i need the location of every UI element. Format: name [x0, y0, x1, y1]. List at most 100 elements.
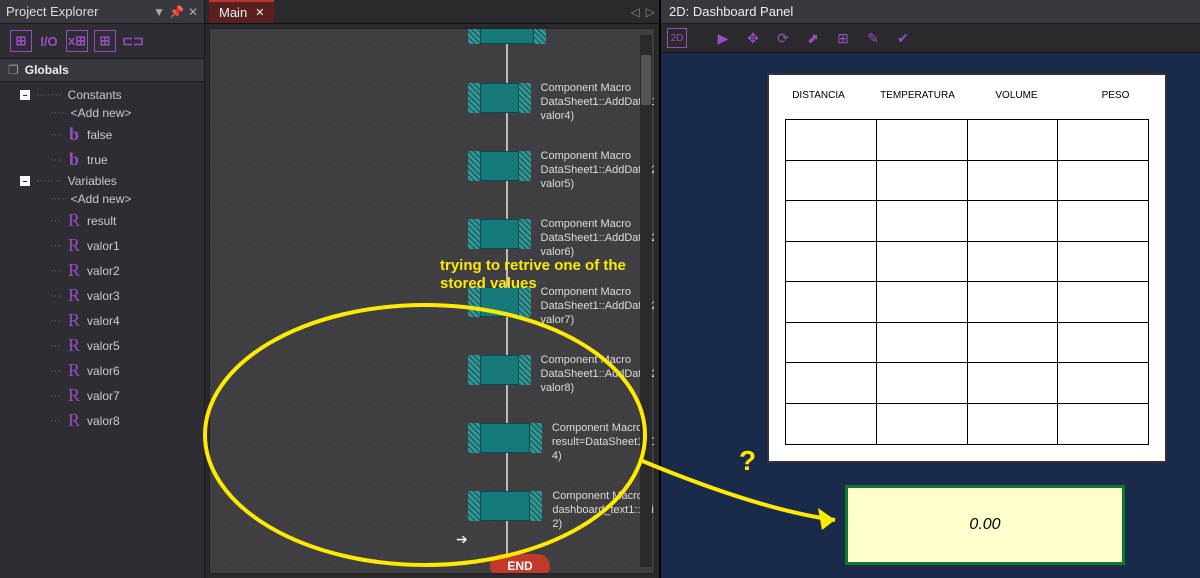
move-icon[interactable]: ✥ [743, 28, 763, 48]
bool-icon: b [67, 149, 81, 170]
flow-arrow-icon: ➔ [456, 531, 468, 548]
variable-valor5[interactable]: ···Rvalor5 [14, 333, 200, 358]
collapse-icon[interactable]: − [20, 176, 30, 186]
macro-call: DataSheet1::AddData(2, 1, valor5) [541, 163, 655, 191]
dashboard-canvas[interactable]: DISTANCIA TEMPERATURA VOLUME PESO 0.00 ? [661, 53, 1200, 578]
macro-block[interactable]: Component MacroDataSheet1::AddData(1, 4,… [468, 83, 655, 123]
datasheet-component[interactable]: DISTANCIA TEMPERATURA VOLUME PESO [767, 73, 1167, 463]
tab-close-icon[interactable]: ✕ [255, 6, 264, 19]
col-header: TEMPERATURA [868, 75, 967, 115]
annotation-text: trying to retrive one of the stored valu… [440, 257, 626, 293]
real-icon: R [67, 235, 81, 256]
dashboard-toolbar: 2D ▶ ✥ ⟳ ⬈ ⊞ ✎ ✔ [661, 24, 1200, 53]
macro-shape [468, 219, 531, 249]
real-icon: R [67, 410, 81, 431]
macro-block[interactable]: Component Macroresult=DataSheet1::GetDat… [468, 423, 655, 463]
toolbar-conn-icon[interactable]: ⊏⊐ [122, 30, 144, 52]
globals-tree: − ······· Constants ···· <Add new> ··· b… [0, 82, 204, 437]
macro-block[interactable]: Component MacroDataSheet1::AddData(2, 3,… [468, 287, 655, 327]
add-new-variable[interactable]: ···· <Add new> [14, 190, 200, 208]
variable-valor7[interactable]: ···Rvalor7 [14, 383, 200, 408]
macro-call: DataSheet1::AddData(2, 4, valor8) [541, 367, 655, 395]
real-icon: R [67, 285, 81, 306]
macro-shape [468, 423, 542, 453]
dropdown-icon[interactable]: ▼ [153, 5, 165, 19]
macro-title: Component Macro [541, 353, 655, 367]
sheet-grid [785, 119, 1149, 445]
variable-valor6[interactable]: ···Rvalor6 [14, 358, 200, 383]
tab-prev-icon[interactable]: ◁ [631, 5, 640, 19]
col-header: VOLUME [967, 75, 1066, 115]
macro-shape [468, 355, 531, 385]
constant-false[interactable]: ··· b false [14, 122, 200, 147]
real-icon: R [67, 210, 81, 231]
tab-main[interactable]: Main ✕ [209, 0, 274, 23]
macro-shape [468, 28, 546, 44]
annotation-question-mark: ? [739, 445, 756, 477]
macro-block[interactable] [468, 28, 556, 44]
explorer-title: Project Explorer [6, 4, 98, 19]
real-icon: R [67, 310, 81, 331]
col-header: PESO [1066, 75, 1165, 115]
flowchart-panel: Main ✕ ◁ ▷ Component MacroDataSheet1::Ad… [205, 0, 660, 578]
tab-bar: Main ✕ ◁ ▷ [205, 0, 659, 24]
macro-shape [468, 151, 531, 181]
bool-icon: b [67, 124, 81, 145]
constants-label: Constants [68, 88, 122, 102]
macro-title: Component Macro [541, 149, 655, 163]
variable-valor4[interactable]: ···Rvalor4 [14, 308, 200, 333]
flowchart-canvas[interactable]: Component MacroDataSheet1::AddData(1, 4,… [209, 28, 655, 574]
variable-valor3[interactable]: ···Rvalor3 [14, 283, 200, 308]
end-block[interactable]: END [490, 554, 550, 574]
variable-valor2[interactable]: ···Rvalor2 [14, 258, 200, 283]
dashboard-text-display[interactable]: 0.00 [845, 485, 1125, 565]
tool2-icon[interactable]: ✔ [893, 28, 913, 48]
constants-node[interactable]: − ······· Constants [14, 86, 200, 104]
add-new-constant[interactable]: ···· <Add new> [14, 104, 200, 122]
explorer-header: Project Explorer ▼ 📌 ✕ [0, 0, 204, 24]
real-icon: R [67, 260, 81, 281]
real-icon: R [67, 360, 81, 381]
globals-title: Globals [25, 63, 69, 77]
macro-block[interactable]: Component MacroDataSheet1::AddData(2, 1,… [468, 151, 655, 191]
scale-icon[interactable]: ⬈ [803, 28, 823, 48]
variables-node[interactable]: − ······· Variables [14, 172, 200, 190]
real-icon: R [67, 385, 81, 406]
variable-valor8[interactable]: ···Rvalor8 [14, 408, 200, 433]
macro-shape [468, 491, 542, 521]
dashboard-panel: 2D: Dashboard Panel 2D ▶ ✥ ⟳ ⬈ ⊞ ✎ ✔ DIS… [660, 0, 1200, 578]
pin-icon[interactable]: 📌 [169, 5, 184, 19]
tool1-icon[interactable]: ✎ [863, 28, 883, 48]
macro-title: Component Macro [541, 81, 655, 95]
sheet-headers: DISTANCIA TEMPERATURA VOLUME PESO [769, 75, 1165, 115]
project-explorer-panel: Project Explorer ▼ 📌 ✕ ⊞ I/O x⊞ ⊞ ⊏⊐ ❐ G… [0, 0, 205, 578]
macro-title: Component Macro [541, 217, 655, 231]
toolbar-xio-icon[interactable]: x⊞ [66, 30, 88, 52]
real-icon: R [67, 335, 81, 356]
macro-block[interactable]: Component MacroDataSheet1::AddData(2, 2,… [468, 219, 655, 259]
grid-icon[interactable]: ⊞ [833, 28, 853, 48]
tab-next-icon[interactable]: ▷ [646, 5, 655, 19]
macro-block[interactable]: Component MacroDataSheet1::AddData(2, 4,… [468, 355, 655, 395]
collapse-icon[interactable]: − [20, 90, 30, 100]
col-header: DISTANCIA [769, 75, 868, 115]
toolbar-grid-icon[interactable]: ⊞ [10, 30, 32, 52]
tab-label: Main [219, 5, 247, 20]
play-icon[interactable]: ▶ [713, 28, 733, 48]
dashboard-title: 2D: Dashboard Panel [661, 0, 1200, 24]
macro-shape [468, 83, 531, 113]
vertical-scrollbar[interactable] [640, 35, 652, 567]
scroll-thumb[interactable] [641, 55, 651, 105]
toolbar-io-icon[interactable]: I/O [38, 30, 60, 52]
constant-true[interactable]: ··· b true [14, 147, 200, 172]
toolbar-grid2-icon[interactable]: ⊞ [94, 30, 116, 52]
macro-call: DataSheet1::AddData(1, 4, valor4) [541, 95, 655, 123]
variable-result[interactable]: ···Rresult [14, 208, 200, 233]
2d-button[interactable]: 2D [667, 28, 687, 48]
macro-call: DataSheet1::AddData(2, 3, valor7) [541, 299, 655, 327]
close-icon[interactable]: ✕ [188, 5, 198, 19]
rotate-icon[interactable]: ⟳ [773, 28, 793, 48]
macro-block[interactable]: Component Macrodashboard_text1::PrintNum… [468, 491, 655, 531]
globals-header[interactable]: ❐ Globals [0, 59, 204, 82]
variable-valor1[interactable]: ···Rvalor1 [14, 233, 200, 258]
